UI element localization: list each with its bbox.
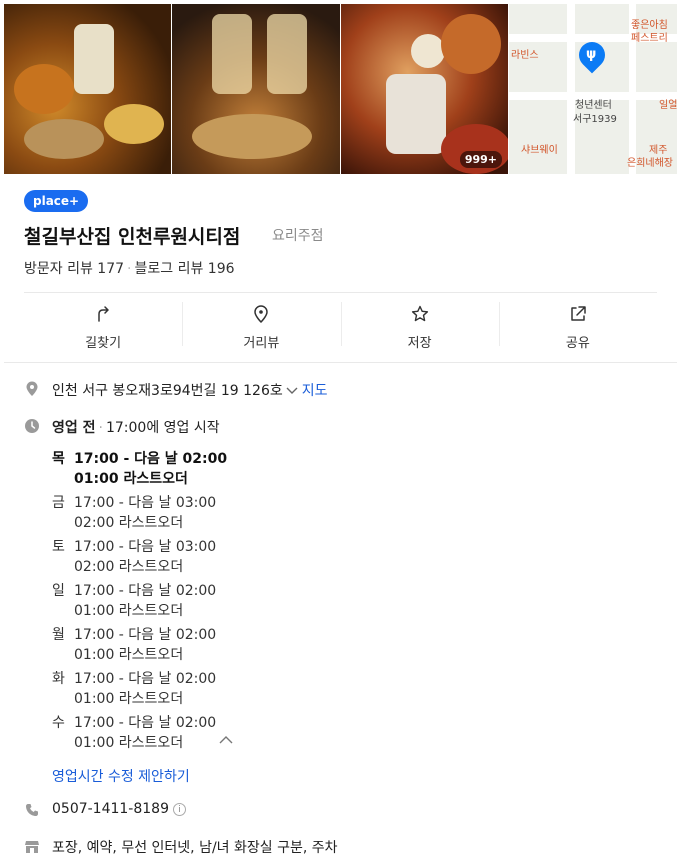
phone-number[interactable]: 0507-1411-8189 [52,801,169,817]
photo-food-1[interactable] [4,4,171,174]
separator-dot: · [127,261,132,277]
business-status: 영업 전 [52,420,96,436]
clock-icon [24,418,40,434]
day-hours: 17:00 - 다음 날 03:00 [74,539,217,555]
hours-day-row: 화 17:00 - 다음 날 02:00 01:00 라스트오더 [52,666,352,710]
skewer-shape [192,114,312,159]
chevron-up-icon[interactable] [219,730,233,744]
store-icon [24,838,40,854]
skewer-shape [24,119,104,159]
divider [24,292,657,293]
day-label: 월 [52,627,65,643]
save-button[interactable]: 저장 [340,300,499,356]
photo-food-3[interactable]: 999+ [341,4,508,174]
photo-strip: 999+ 좋은아침 페스트리 라빈스 일얼 청년센터 서구1939 샤브웨이 제… [4,4,677,174]
fishcake-shape [104,104,164,144]
map-label: 은희네해장 [627,158,673,169]
directions-label: 길찾기 [85,336,122,351]
hours-day-row: 금 17:00 - 다음 날 03:00 02:00 라스트오더 [52,490,352,534]
map-label: 청년센터 [575,100,612,111]
hours-list: 목 17:00 - 다음 날 02:00 01:00 라스트오더 금 17:00… [52,446,352,754]
day-hours: 17:00 - 다음 날 02:00 [74,671,217,687]
street-view-label: 거리뷰 [243,336,280,351]
cup-shape [386,74,446,154]
day-label: 일 [52,583,65,599]
phone-row: 0507-1411-8189 i [52,801,186,817]
review-counts: 방문자 리뷰 177 · 블로그 리뷰 196 [24,258,235,278]
phone-icon [24,802,40,818]
tteok-shape [441,14,501,74]
blog-review-link[interactable]: 블로그 리뷰 196 [134,261,234,277]
day-hours: 17:00 - 다음 날 02:00 [74,627,217,643]
share-icon [499,304,657,326]
glass-shape [212,14,252,94]
hours-day-row: 일 17:00 - 다음 날 02:00 01:00 라스트오더 [52,578,352,622]
location-pin-icon [24,381,40,397]
last-order: 02:00 라스트오더 [74,515,184,531]
star-icon [341,304,499,326]
day-label: 금 [52,495,65,511]
place-panel: 999+ 좋은아침 페스트리 라빈스 일얼 청년센터 서구1939 샤브웨이 제… [4,4,677,868]
map-label: 페스트리 [631,33,668,44]
fishball-shape [411,34,445,68]
day-hours: 17:00 - 다음 날 03:00 [74,495,217,511]
photo-food-2[interactable] [172,4,340,174]
day-hours: 17:00 - 다음 날 02:00 [74,715,217,731]
street-view-button[interactable]: 거리뷰 [182,300,340,356]
info-icon[interactable]: i [173,803,186,816]
share-label: 공유 [565,336,590,351]
map-label: 샤브웨이 [521,145,558,156]
last-order: 02:00 라스트오더 [74,559,184,575]
address-row: 인천 서구 봉오재3로94번길 19 126호 지도 [52,380,328,400]
day-hours: 17:00 - 다음 날 02:00 [74,451,228,467]
directions-icon [24,304,182,326]
hours-summary[interactable]: 영업 전 · 17:00에 영업 시작 [52,417,220,437]
save-label: 저장 [407,336,432,351]
separator-dot: · [98,420,103,436]
address-text[interactable]: 인천 서구 봉오재3로94번길 19 126호 [52,383,283,399]
street-view-icon [182,304,340,326]
day-label: 토 [52,539,65,555]
last-order: 01:00 라스트오더 [74,603,184,619]
map-label: 라빈스 [511,50,539,61]
hours-day-row: 토 17:00 - 다음 날 03:00 02:00 라스트오더 [52,534,352,578]
directions-button[interactable]: 길찾기 [24,300,182,356]
place-plus-badge: place+ [24,190,89,212]
photo-count-badge: 999+ [459,151,502,168]
map-pin-icon: ψ [573,36,611,76]
map-road [567,4,575,174]
place-category: 요리주점 [272,228,324,244]
last-order: 01:00 라스트오더 [74,471,188,487]
last-order: 01:00 라스트오더 [74,735,184,751]
last-order: 01:00 라스트오더 [74,691,184,707]
chevron-down-icon[interactable] [286,385,298,398]
day-hours: 17:00 - 다음 날 02:00 [74,583,217,599]
hours-day-row: 월 17:00 - 다음 날 02:00 01:00 라스트오더 [52,622,352,666]
facilities-text: 포장, 예약, 무선 인터넷, 남/녀 화장실 구분, 주차 [52,840,338,856]
fried-food-shape [14,64,74,114]
map-link[interactable]: 지도 [302,383,328,399]
divider [4,362,677,363]
day-label: 화 [52,671,65,687]
hours-day-row: 목 17:00 - 다음 날 02:00 01:00 라스트오더 [52,446,352,490]
visitor-review-link[interactable]: 방문자 리뷰 177 [24,261,124,277]
place-title: 철길부산집 인천루원시티점 [24,226,241,248]
hours-day-row: 수 17:00 - 다음 날 02:00 01:00 라스트오더 [52,710,352,754]
day-label: 수 [52,715,65,731]
map-label: 일얼 [659,100,677,111]
action-bar: 길찾기 거리뷰 저장 공유 [24,300,657,356]
last-order: 01:00 라스트오더 [74,647,184,663]
map-label: 서구1939 [573,114,617,125]
next-open-text: 17:00에 영업 시작 [105,420,220,436]
glass-shape [267,14,307,94]
suggest-hours-edit-link[interactable]: 영업시간 수정 제안하기 [52,766,190,786]
share-button[interactable]: 공유 [498,300,657,356]
day-label: 목 [52,451,65,467]
drink-carton-shape [74,24,114,94]
mini-map[interactable]: 좋은아침 페스트리 라빈스 일얼 청년센터 서구1939 샤브웨이 제주 은희네… [509,4,677,174]
